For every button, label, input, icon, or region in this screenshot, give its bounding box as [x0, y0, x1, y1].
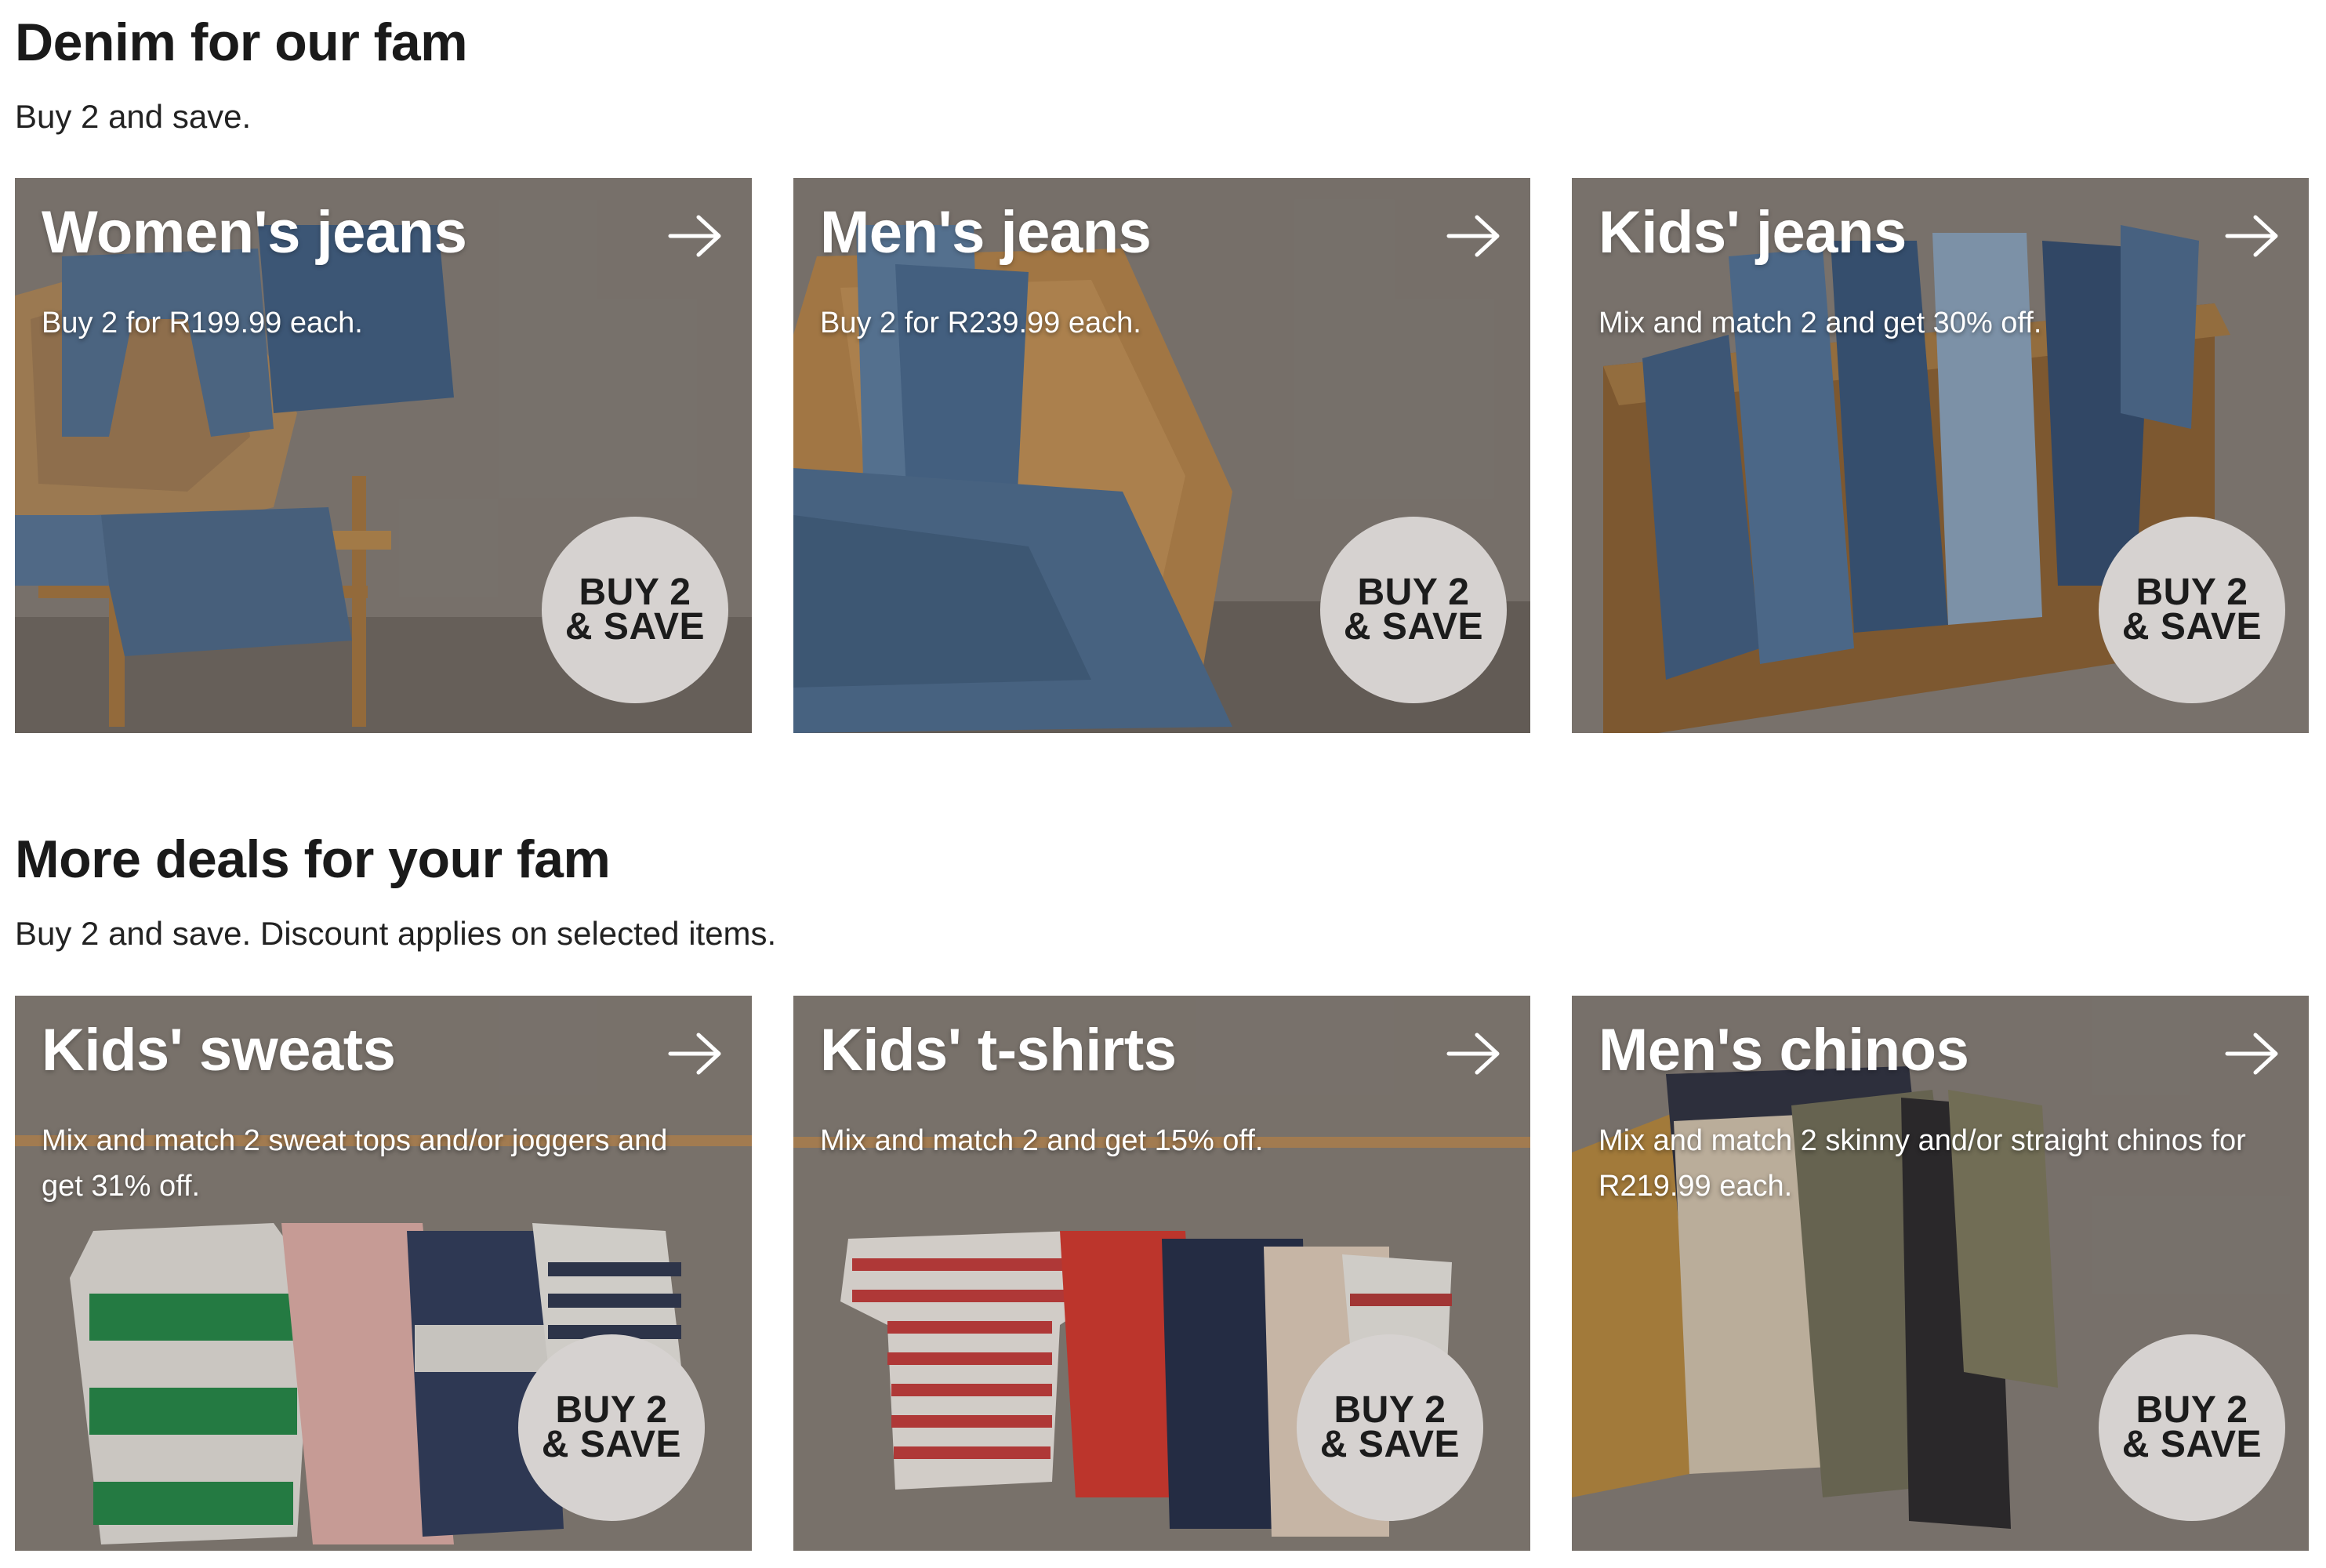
arrow-right-icon[interactable]	[1446, 212, 1504, 260]
card-description: Mix and match 2 and get 15% off.	[820, 1124, 1264, 1157]
buy-2-save-badge: BUY 2 & SAVE	[1320, 517, 1507, 703]
arrow-right-icon[interactable]	[1446, 1030, 1504, 1077]
badge-line-2: & SAVE	[541, 1424, 682, 1465]
denim-section: Denim for our fam Buy 2 and save. Women'…	[15, 0, 2312, 733]
card-title: Kids' t-shirts	[820, 1017, 1177, 1083]
badge-line-1: BUY 2	[2135, 572, 2248, 613]
badge-line-1: BUY 2	[1334, 1389, 1446, 1431]
card-row: Women's jeans Buy 2 for R199.99 each. BU…	[15, 178, 2309, 733]
badge-line-2: & SAVE	[2121, 606, 2262, 648]
card-description: Mix and match 2 sweat tops and/or jogger…	[42, 1124, 668, 1203]
buy-2-save-badge: BUY 2 & SAVE	[2099, 1334, 2285, 1521]
buy-2-save-badge: BUY 2 & SAVE	[1297, 1334, 1483, 1521]
badge-line-2: & SAVE	[1343, 606, 1484, 648]
badge-line-1: BUY 2	[555, 1389, 668, 1431]
badge-line-1: BUY 2	[1357, 572, 1470, 613]
promo-card-womens-jeans[interactable]: Women's jeans Buy 2 for R199.99 each. BU…	[15, 178, 752, 733]
promo-card-mens-chinos[interactable]: Men's chinos Mix and match 2 skinny and/…	[1572, 996, 2309, 1551]
buy-2-save-badge: BUY 2 & SAVE	[2099, 517, 2285, 703]
card-title: Men's chinos	[1598, 1017, 1969, 1083]
arrow-right-icon[interactable]	[667, 1030, 725, 1077]
card-title: Kids' sweats	[42, 1017, 396, 1083]
more-deals-section: More deals for your fam Buy 2 and save. …	[15, 817, 2312, 1551]
buy-2-save-badge: BUY 2 & SAVE	[542, 517, 728, 703]
arrow-right-icon[interactable]	[2224, 212, 2282, 260]
card-description: Buy 2 for R239.99 each.	[820, 307, 1141, 339]
card-description: Buy 2 for R199.99 each.	[42, 307, 363, 339]
section-title: Denim for our fam	[15, 13, 468, 72]
section-subtitle: Buy 2 and save.	[15, 98, 252, 135]
badge-line-1: BUY 2	[2135, 1389, 2248, 1431]
card-description: Mix and match 2 and get 30% off.	[1598, 307, 2042, 339]
badge-line-2: & SAVE	[1319, 1424, 1461, 1465]
card-title: Men's jeans	[820, 199, 1152, 266]
arrow-right-icon[interactable]	[2224, 1030, 2282, 1077]
buy-2-save-badge: BUY 2 & SAVE	[518, 1334, 705, 1521]
promo-card-kids-sweats[interactable]: Kids' sweats Mix and match 2 sweat tops …	[15, 996, 752, 1551]
badge-line-2: & SAVE	[564, 606, 706, 648]
promo-card-kids-jeans[interactable]: Kids' jeans Mix and match 2 and get 30% …	[1572, 178, 2309, 733]
card-title: Kids' jeans	[1598, 199, 1907, 266]
badge-line-2: & SAVE	[2121, 1424, 2262, 1465]
promo-card-mens-jeans[interactable]: Men's jeans Buy 2 for R239.99 each. BUY …	[793, 178, 1530, 733]
section-title: More deals for your fam	[15, 829, 611, 889]
card-row: Kids' sweats Mix and match 2 sweat tops …	[15, 996, 2309, 1551]
promo-card-kids-t-shirts[interactable]: Kids' t-shirts Mix and match 2 and get 1…	[793, 996, 1530, 1551]
card-description: Mix and match 2 skinny and/or straight c…	[1598, 1124, 2246, 1203]
card-title: Women's jeans	[42, 199, 467, 266]
arrow-right-icon[interactable]	[667, 212, 725, 260]
badge-line-1: BUY 2	[579, 572, 691, 613]
section-subtitle: Buy 2 and save. Discount applies on sele…	[15, 915, 777, 952]
